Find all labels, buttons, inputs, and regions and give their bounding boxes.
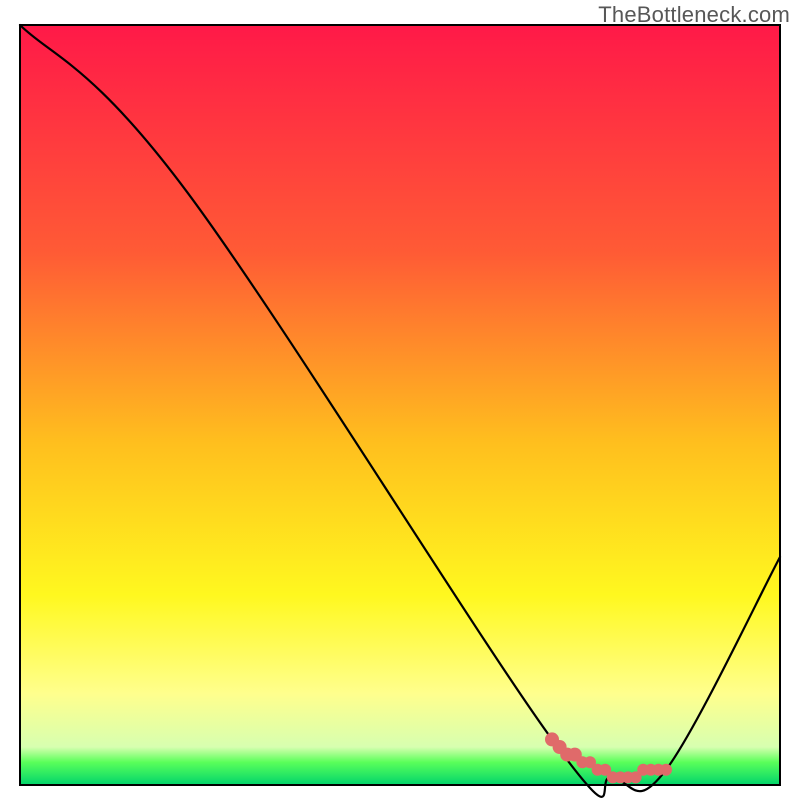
highlight-marker bbox=[660, 764, 672, 776]
watermark-text: TheBottleneck.com bbox=[598, 2, 790, 28]
plot-background bbox=[20, 25, 780, 785]
bottleneck-chart bbox=[0, 0, 800, 800]
